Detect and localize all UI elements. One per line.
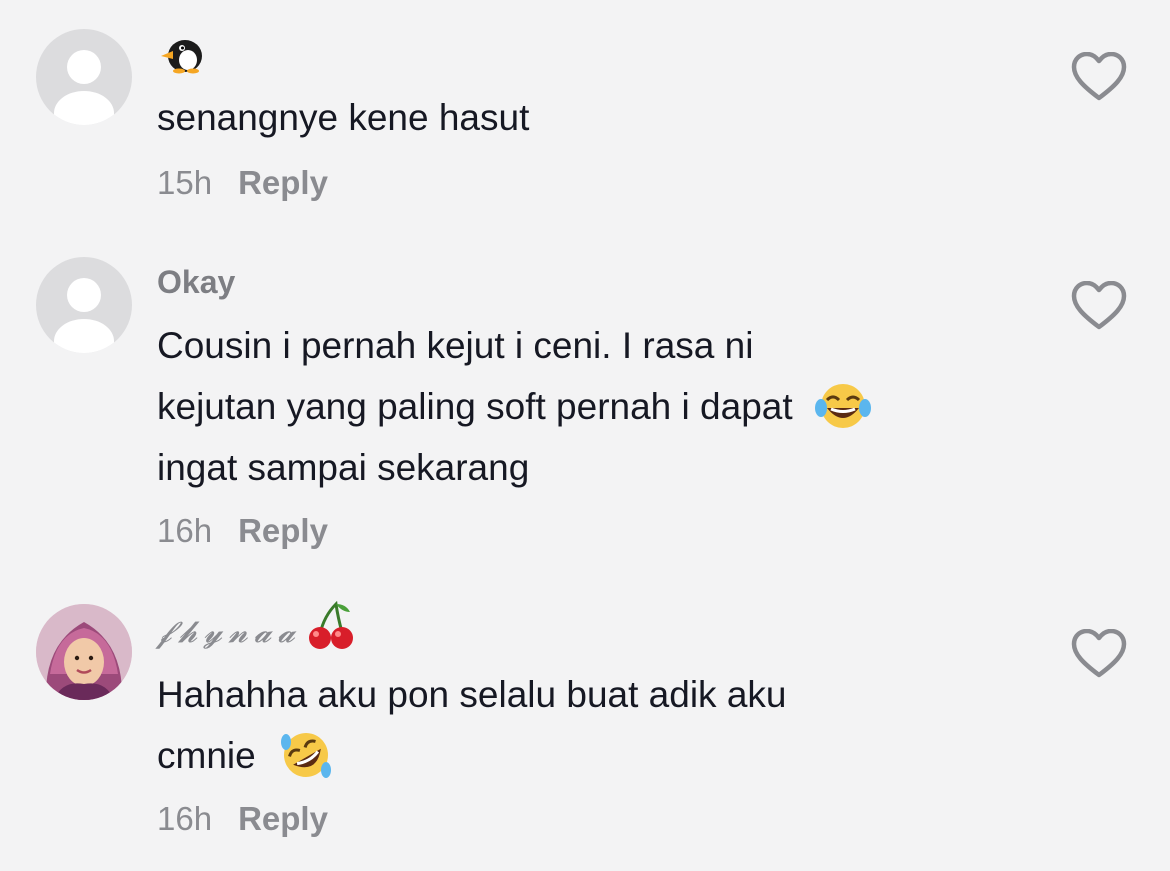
comment-text-line: kejutan yang paling soft pernah i dapat	[157, 386, 793, 427]
reply-button[interactable]: Reply	[238, 512, 328, 549]
laugh-icon	[814, 384, 871, 429]
reply-button[interactable]: Reply	[238, 164, 328, 201]
avatar[interactable]	[36, 257, 132, 353]
rofl-icon	[280, 733, 331, 779]
heart-icon[interactable]	[1071, 629, 1127, 679]
comment-username[interactable]: Okay	[157, 264, 235, 301]
comment-text: senangnye kene hasut	[157, 97, 530, 138]
heart-icon[interactable]	[1071, 52, 1127, 102]
comment-time: 16h	[157, 512, 213, 549]
cherry-icon	[309, 600, 354, 649]
avatar[interactable]	[36, 29, 132, 125]
comment-time: 15h	[157, 164, 213, 201]
heart-icon[interactable]	[1071, 281, 1127, 331]
comment-time: 16h	[157, 800, 213, 837]
penguin-icon[interactable]	[157, 34, 205, 74]
avatar[interactable]	[36, 604, 132, 700]
comment-text-line: Cousin i pernah kejut i ceni. I rasa ni	[157, 325, 754, 366]
reply-button[interactable]: Reply	[238, 800, 328, 837]
comment-username[interactable]: 𝓯𝓱𝔂𝓷𝓪𝓪	[157, 615, 301, 650]
comment-text-line: ingat sampai sekarang	[157, 447, 530, 488]
comment-text-line: Hahahha aku pon selalu buat adik aku	[157, 674, 787, 715]
comment-text-line: cmnie	[157, 735, 256, 776]
